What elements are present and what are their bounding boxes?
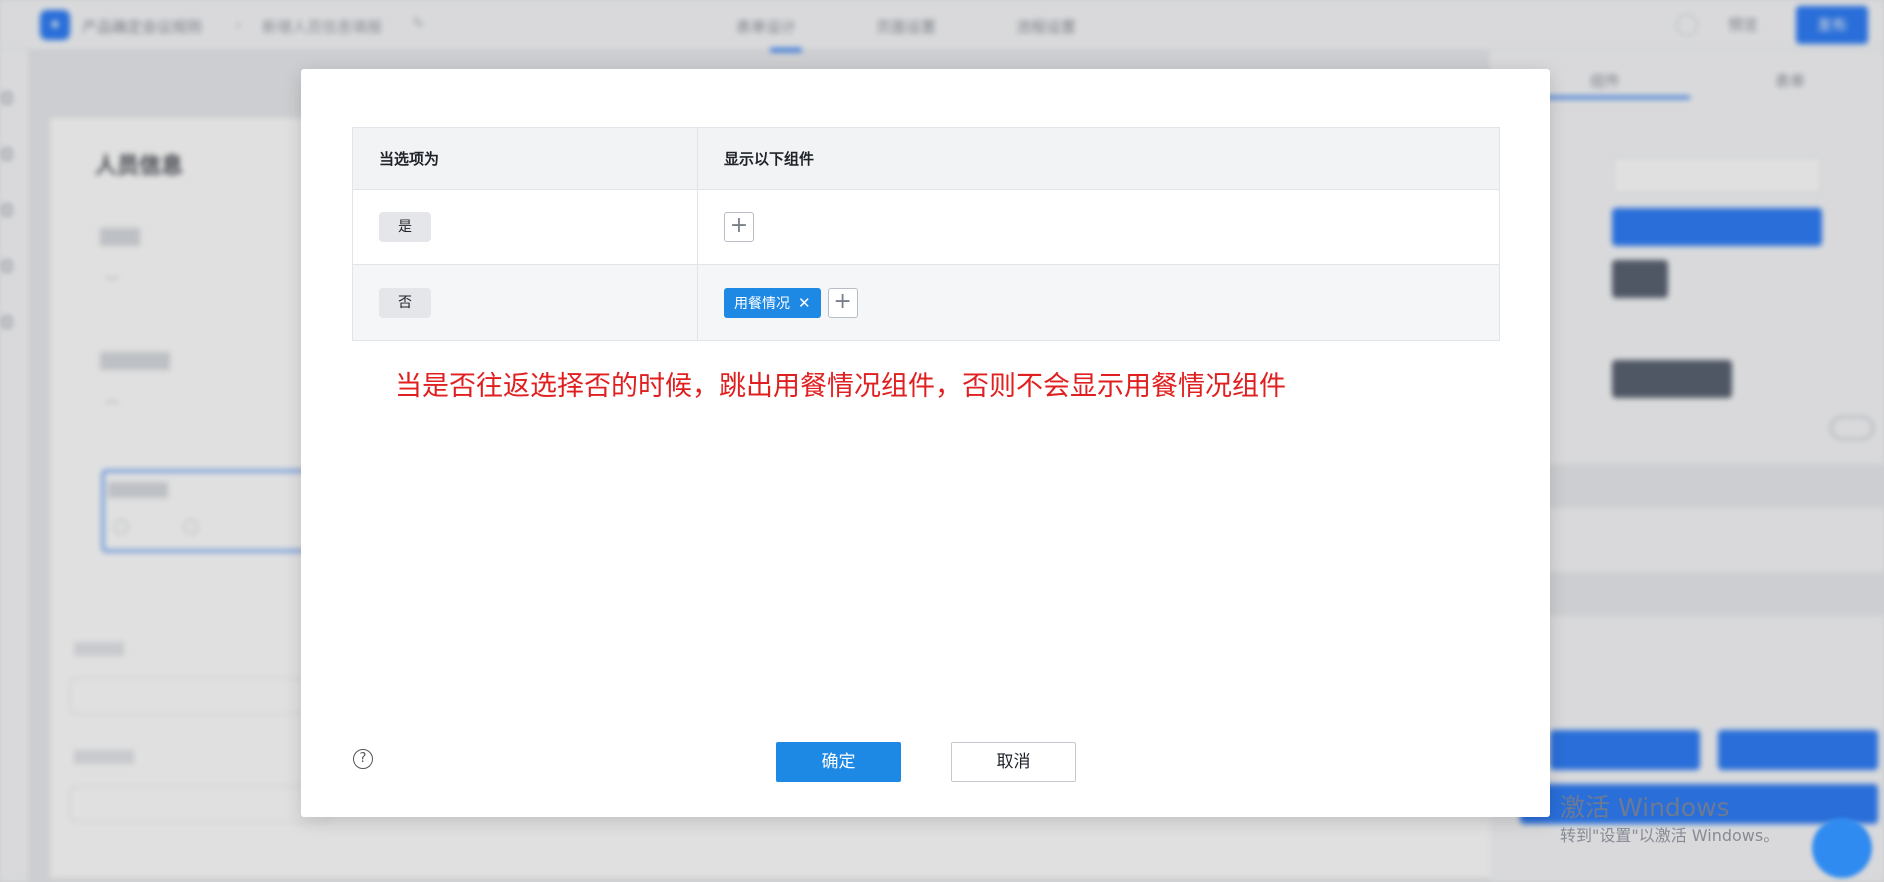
close-icon[interactable]: ✕ [798, 294, 811, 312]
component-tag-label: 用餐情况 [734, 295, 790, 312]
header-components: 显示以下组件 [724, 150, 815, 168]
add-component-button[interactable]: + [827, 287, 858, 318]
association-table: 当选项为 显示以下组件 是 + 否 用餐情况 ✕ + [352, 127, 1500, 341]
annotation-text: 当是否往返选择否的时候，跳出用餐情况组件，否则不会显示用餐情况组件 [395, 371, 1286, 402]
cancel-button[interactable]: 取消 [951, 742, 1076, 782]
activation-watermark-title: 激活 Windows [1560, 793, 1730, 822]
confirm-button[interactable]: 确定 [776, 742, 901, 782]
help-icon[interactable]: ? [353, 749, 373, 769]
table-row: 是 + [353, 190, 1499, 265]
component-tag: 用餐情况 ✕ [724, 287, 821, 318]
option-tag: 是 [379, 212, 431, 242]
header-option: 当选项为 [379, 150, 440, 168]
chat-icon[interactable] [1812, 818, 1872, 878]
option-association-dialog: 当选项为 显示以下组件 是 + 否 用餐情况 ✕ + 当是否往返选择否的时候，跳… [301, 69, 1550, 817]
table-header: 当选项为 显示以下组件 [353, 128, 1499, 190]
table-row: 否 用餐情况 ✕ + [353, 265, 1499, 340]
add-component-button[interactable]: + [724, 212, 754, 242]
option-tag: 否 [379, 287, 431, 318]
activation-watermark-subtitle: 转到"设置"以激活 Windows。 [1560, 826, 1780, 845]
